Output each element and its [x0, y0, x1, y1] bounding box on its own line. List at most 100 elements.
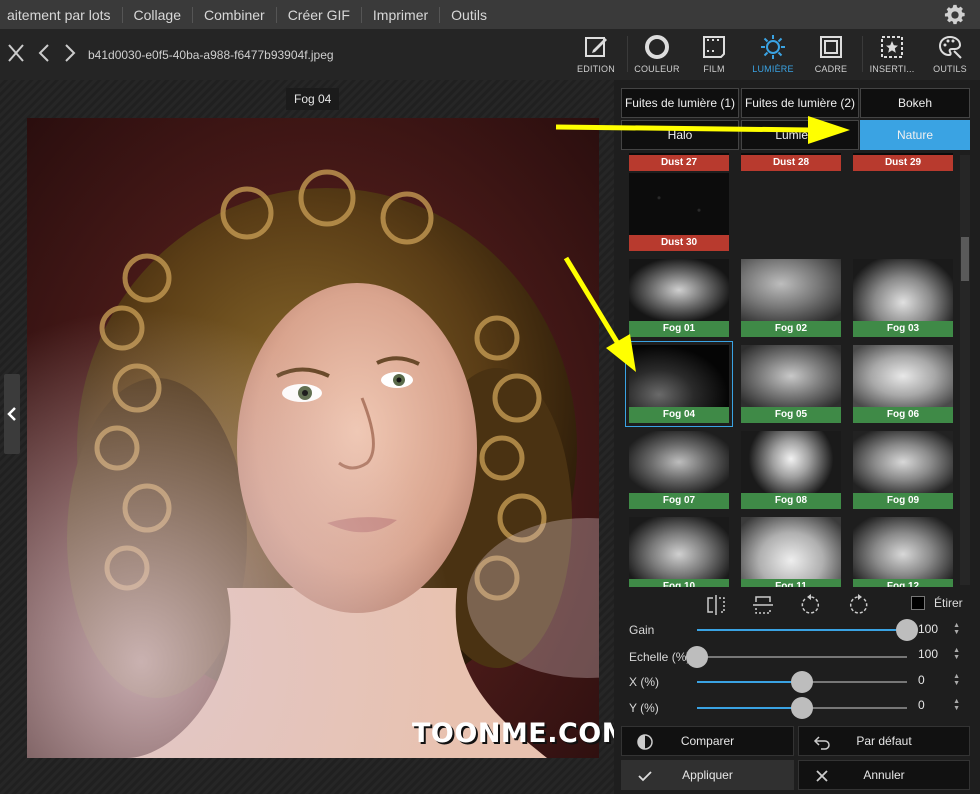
y-value-input[interactable]: 0 ▲ ▼ [914, 697, 964, 715]
menu-collage[interactable]: Collage [123, 6, 193, 23]
tool-insertion[interactable]: INSERTI... [862, 34, 922, 74]
previous-arrow-icon[interactable] [38, 44, 50, 62]
slider-knob[interactable] [686, 646, 708, 668]
thumbnail-scrollbar[interactable] [960, 155, 970, 585]
flip-vertical-icon[interactable] [751, 593, 775, 617]
color-circle-icon [645, 35, 669, 59]
thumbnail-fog-07[interactable]: Fog 07 [629, 431, 729, 509]
gain-value-input[interactable]: 100 ▲ ▼ [914, 621, 964, 639]
apply-button[interactable]: Appliquer [621, 760, 794, 790]
thumbnail-fog-12[interactable]: Fog 12 [853, 517, 953, 587]
thumbnail-fog-03[interactable]: Fog 03 [853, 259, 953, 337]
thumbnail-fog-02[interactable]: Fog 02 [741, 259, 841, 337]
pencil-icon [585, 37, 607, 57]
x-value-input[interactable]: 0 ▲ ▼ [914, 672, 964, 690]
tool-label: COULEUR [634, 64, 680, 74]
watermark: TOONME.COM [412, 718, 630, 749]
stretch-checkbox[interactable] [911, 596, 925, 610]
spinner-arrows-icon[interactable]: ▲ ▼ [953, 647, 960, 661]
gear-icon[interactable] [944, 4, 966, 26]
thumbnail-fog-08[interactable]: Fog 08 [741, 431, 841, 509]
thumbnail-label: Fog 04 [629, 407, 729, 423]
close-icon[interactable] [8, 44, 24, 62]
thumbnail-dust-27[interactable]: Dust 27 [629, 153, 729, 171]
thumbnail-label: Fog 12 [853, 579, 953, 587]
menu-print[interactable]: Imprimer [362, 6, 441, 23]
category-fuites-1[interactable]: Fuites de lumière (1) [621, 88, 739, 118]
category-lumieres[interactable]: Lumières [741, 120, 859, 150]
thumbnail-fog-10[interactable]: Fog 10 [629, 517, 729, 587]
tool-outils[interactable]: OUTILS [920, 34, 980, 74]
thumbnail-fog-05[interactable]: Fog 05 [741, 345, 841, 423]
slider-value: 0 [918, 698, 925, 712]
menu-create-gif[interactable]: Créer GIF [277, 6, 362, 23]
category-nature[interactable]: Nature [860, 120, 970, 150]
photo-canvas[interactable] [27, 118, 599, 758]
thumbnail-fog-09[interactable]: Fog 09 [853, 431, 953, 509]
thumbnail-fog-11[interactable]: Fog 11 [741, 517, 841, 587]
collapse-panel-toggle[interactable] [4, 374, 20, 454]
tool-label: OUTILS [933, 64, 967, 74]
slider-label-x: X (%) [629, 675, 659, 689]
thumbnail-fog-04[interactable]: Fog 04 [625, 341, 733, 427]
flip-horizontal-icon[interactable] [704, 593, 728, 617]
tool-cadre[interactable]: CADRE [801, 34, 861, 74]
slider-fill [697, 707, 802, 709]
thumbnail-label: Dust 28 [741, 155, 841, 171]
thumbnail-dust-30[interactable]: Dust 30 [629, 173, 729, 251]
scale-slider[interactable] [686, 646, 907, 668]
default-button-label: Par défaut [856, 734, 912, 748]
next-arrow-icon[interactable] [64, 44, 76, 62]
menu-tools[interactable]: Outils [440, 7, 498, 23]
thumbnail-dust-29[interactable]: Dust 29 [853, 153, 953, 171]
spinner-arrows-icon[interactable]: ▲ ▼ [953, 698, 960, 712]
frame-icon [820, 36, 842, 58]
thumbnail-label: Fog 08 [741, 493, 841, 509]
thumbnail-label: Fog 06 [853, 407, 953, 423]
slider-label-gain: Gain [629, 623, 655, 637]
effect-preview-label: Fog 04 [286, 88, 340, 110]
apply-button-label: Appliquer [682, 768, 733, 782]
thumbnail-label: Fog 01 [629, 321, 729, 337]
slider-label-echelle: Echelle (%) [629, 650, 691, 664]
x-offset-slider[interactable] [697, 671, 907, 693]
tool-film[interactable]: FILM [684, 34, 744, 74]
rotate-right-icon[interactable] [846, 593, 870, 617]
thumbnail-fog-06[interactable]: Fog 06 [853, 345, 953, 423]
tool-edition[interactable]: EDITION [566, 34, 626, 74]
chevron-left-icon [7, 407, 16, 421]
tool-lumiere[interactable]: LUMIÈRE [743, 34, 803, 74]
tool-couleur[interactable]: COULEUR [627, 34, 687, 74]
compare-button[interactable]: Comparer [621, 726, 794, 756]
gain-slider[interactable] [697, 619, 918, 641]
rotate-left-icon[interactable] [799, 593, 823, 617]
default-button[interactable]: Par défaut [798, 726, 970, 756]
menu-batch-processing[interactable]: aitement par lots [0, 6, 123, 23]
tool-label: FILM [703, 64, 725, 74]
thumbnail-fog-01[interactable]: Fog 01 [629, 259, 729, 337]
scrollbar-thumb[interactable] [961, 237, 969, 281]
thumbnail-label: Dust 29 [853, 155, 953, 171]
cancel-button[interactable]: Annuler [798, 760, 970, 790]
thumbnail-label: Fog 02 [741, 321, 841, 337]
category-bokeh[interactable]: Bokeh [860, 88, 970, 118]
slider-fill [697, 629, 907, 631]
insert-star-icon [881, 36, 903, 58]
slider-knob[interactable] [791, 697, 813, 719]
category-fuites-2[interactable]: Fuites de lumière (2) [741, 88, 859, 118]
spinner-arrows-icon[interactable]: ▲ ▼ [953, 622, 960, 636]
y-offset-slider[interactable] [697, 697, 907, 719]
menu-combine[interactable]: Combiner [193, 6, 277, 23]
spinner-arrows-icon[interactable]: ▲ ▼ [953, 673, 960, 687]
thumbnail-label: Fog 09 [853, 493, 953, 509]
scale-value-input[interactable]: 100 ▲ ▼ [914, 646, 964, 664]
slider-knob[interactable] [791, 671, 813, 693]
thumbnail-dust-28[interactable]: Dust 28 [741, 153, 841, 171]
thumbnail-label: Fog 11 [741, 579, 841, 587]
menu-bar: aitement par lots Collage Combiner Créer… [0, 0, 980, 29]
thumbnail-label: Dust 30 [629, 235, 729, 251]
tool-label: LUMIÈRE [752, 64, 794, 74]
thumbnail-label: Fog 05 [741, 407, 841, 423]
category-halo[interactable]: Halo [621, 120, 739, 150]
thumbnail-label: Fog 03 [853, 321, 953, 337]
